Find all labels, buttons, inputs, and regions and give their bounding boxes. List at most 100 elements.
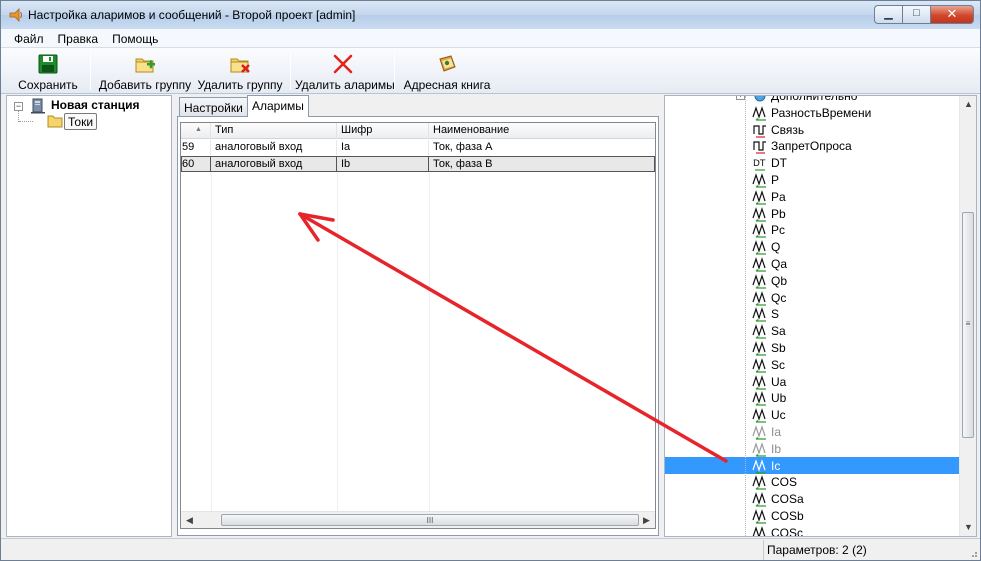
menu-file[interactable]: Файл [7,29,51,47]
parameter-item[interactable]: Pc [665,221,960,238]
parameter-item[interactable]: ЗапретОпроса [665,137,960,154]
scroll-left-icon[interactable]: ◀ [181,512,198,528]
tree-line [745,96,746,536]
parameter-item[interactable]: Ua [665,373,960,390]
tab-settings[interactable]: Настройки [179,97,248,117]
parameter-item[interactable]: Ub [665,389,960,406]
parameter-item[interactable]: Ic [665,456,960,474]
maximize-button[interactable]: □ [902,5,930,24]
parameter-item[interactable]: COSa [665,490,960,507]
analog-signal-icon [752,509,766,524]
address-book-icon [439,55,456,72]
cell-id: 59 [181,140,211,155]
column-header-id[interactable]: ▲ [181,123,211,139]
delete-icon [333,54,353,74]
window-title: Настройка аларимов и сообщений - Второй … [28,8,356,22]
parameter-label: РазностьВремени [771,105,872,120]
status-bar: Параметров: 2 (2) [1,538,980,560]
column-header-code[interactable]: Шифр [337,123,429,139]
minimize-icon: ▁ [884,8,893,20]
scroll-thumb[interactable]: ≡ [962,212,974,438]
analog-signal-icon [752,475,766,490]
resize-grip-icon[interactable] [968,548,978,558]
parameter-label: Sa [771,324,786,339]
delete-folder-icon [230,58,250,73]
delete-group-button[interactable]: Удалить группу [196,51,284,92]
parameter-item[interactable]: S [665,305,960,322]
parameter-item[interactable]: COS [665,473,960,490]
address-book-button[interactable]: Адресная книга [399,51,495,92]
parameter-label: Ub [771,391,787,406]
parameter-item[interactable]: Qb [665,272,960,289]
parameter-item[interactable]: Sb [665,339,960,356]
analog-signal-icon [752,408,766,423]
scroll-down-icon[interactable]: ▼ [960,519,976,536]
parameter-item[interactable]: Ib [665,440,960,457]
add-folder-icon [135,58,155,73]
sort-arrow-icon: ▲ [195,126,202,133]
collapse-toggle[interactable]: − [14,102,23,111]
scroll-thumb[interactable]: III [221,514,639,526]
menu-bar: Файл Правка Помощь [1,29,980,48]
parameter-item[interactable]: DT DT [665,154,960,171]
parameter-item[interactable]: Pb [665,205,960,222]
parameter-item[interactable]: + Дополнительно [665,96,960,104]
analog-signal-icon [752,206,766,222]
stations-tree[interactable]: − Новая станция Токи [6,95,172,537]
parameter-item[interactable]: РазностьВремени [665,104,960,121]
close-button[interactable]: ✕ [930,5,974,24]
parameter-item[interactable]: Qc [665,289,960,306]
delete-alarms-button[interactable]: Удалить аларимы [295,51,395,92]
expand-toggle[interactable]: + [736,96,745,100]
alarms-grid[interactable]: ▲ Тип Шифр Наименование 59 аналоговый вх… [180,122,656,529]
cell-id: 60 [181,157,211,172]
horizontal-scrollbar[interactable]: ◀ III ▶ [181,511,655,528]
parameter-item[interactable]: Pa [665,188,960,205]
parameter-item[interactable]: Uc [665,406,960,423]
analog-signal-icon [752,223,766,238]
table-row[interactable]: 60 аналоговый вход Ib Ток, фаза B [181,156,655,172]
vertical-scrollbar[interactable]: ▲ ≡ ▼ [959,96,976,536]
minimize-button[interactable]: ▁ [874,5,902,24]
parameter-item[interactable]: Связь [665,121,960,138]
analog-signal-icon [752,391,766,406]
scroll-right-icon[interactable]: ▶ [638,512,655,528]
parameter-item[interactable]: Ia [665,423,960,440]
folder-icon [47,115,63,128]
table-row[interactable]: 59 аналоговый вход Ia Ток, фаза A [181,140,655,156]
toolbar-separator [290,52,291,90]
parameter-item[interactable]: COSb [665,507,960,524]
parameter-item[interactable]: Sc [665,356,960,373]
analog-signal-icon [752,173,766,188]
scroll-grip: ≡ [965,319,971,328]
parameter-item[interactable]: COSc [665,524,960,536]
computer-icon [31,98,45,114]
center-panel: Настройки Аларимы ▲ Тип Шифр Наименовани… [175,95,661,537]
parameter-label: Qa [771,257,788,271]
analog-signal-icon [752,458,766,474]
parameters-tree[interactable]: + Дополнительно РазностьВремени Связь Запрет… [664,95,977,537]
parameter-item[interactable]: Qa [665,255,960,272]
title-bar[interactable]: Настройка аларимов и сообщений - Второй … [1,1,980,29]
menu-edit[interactable]: Правка [51,29,106,47]
scroll-up-icon[interactable]: ▲ [960,96,976,113]
analog-signal-icon [752,492,766,507]
add-group-button[interactable]: Добавить группу [97,51,193,92]
tab-alarms[interactable]: Аларимы [247,95,309,117]
column-header-name[interactable]: Наименование [429,123,655,139]
tree-group-node[interactable]: Токи [64,113,98,130]
delete-group-label: Удалить группу [197,78,283,92]
parameter-label: S [771,307,780,322]
save-button[interactable]: Сохранить [13,51,83,92]
analog-signal-icon [752,240,766,255]
parameter-item[interactable]: Sa [665,322,960,339]
parameter-label: P [771,173,780,187]
parameter-item[interactable]: P [665,171,960,188]
time-signal-icon: DT [753,159,766,171]
parameter-label: Ib [771,441,782,456]
parameter-item[interactable]: Q [665,238,960,255]
menu-help[interactable]: Помощь [105,29,165,47]
tree-line [19,121,33,122]
analog-signal-icon [752,307,766,322]
column-header-type[interactable]: Тип [211,123,337,139]
